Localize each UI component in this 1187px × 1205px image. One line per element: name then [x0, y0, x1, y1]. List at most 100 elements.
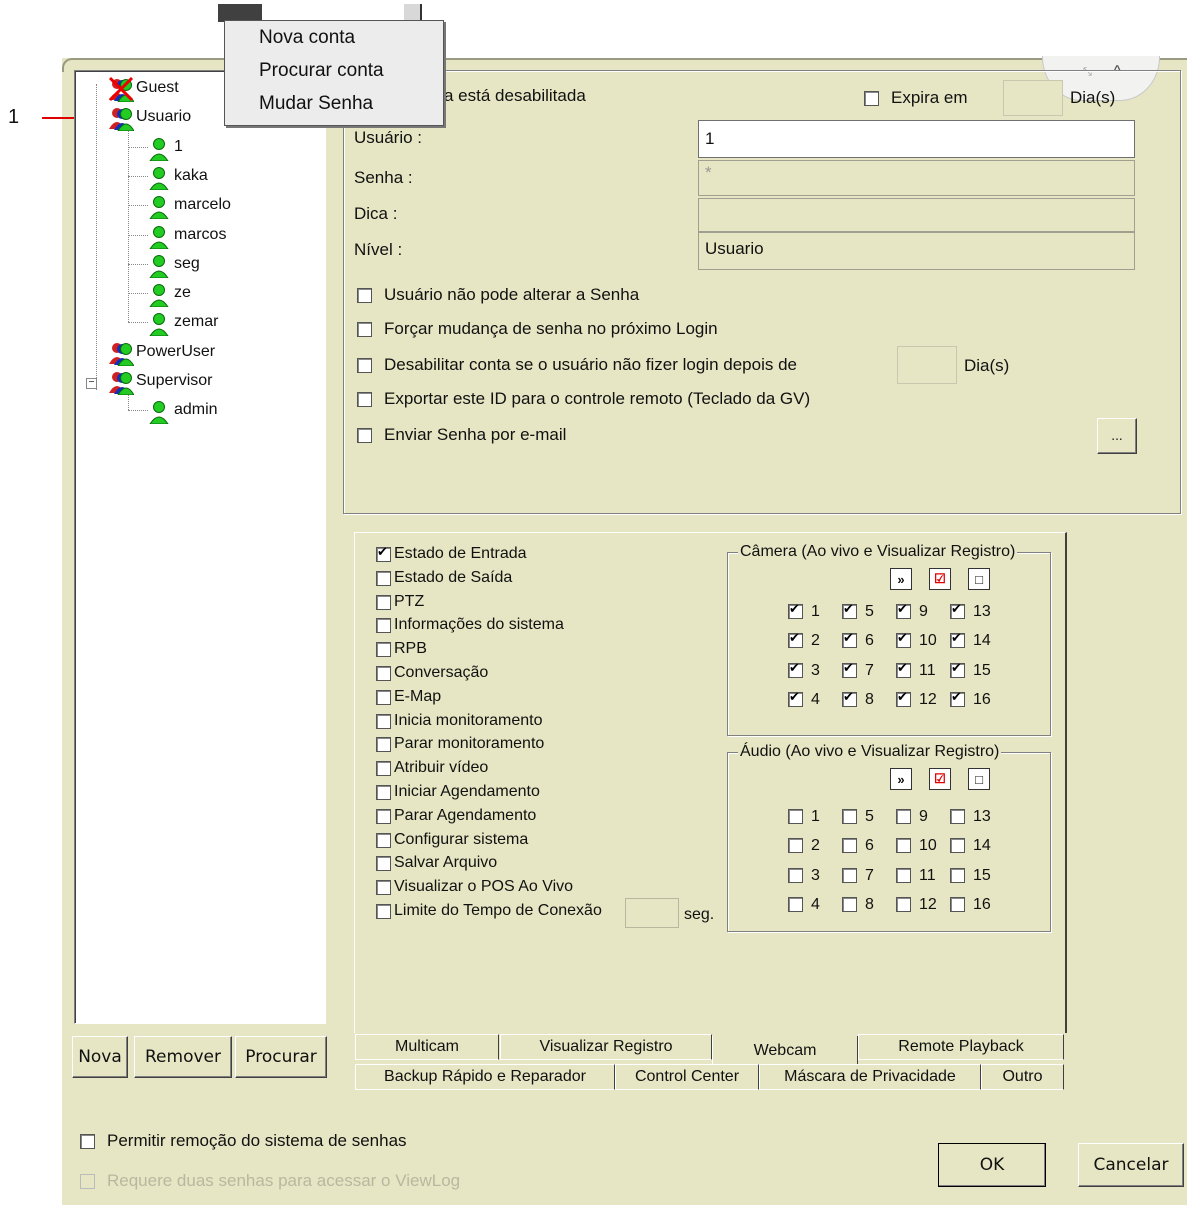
channel-checkbox[interactable]	[842, 838, 857, 854]
option-export-remote[interactable]: Exportar este ID para o controle remoto …	[357, 389, 810, 409]
option-cannot-change-password[interactable]: Usuário não pode alterar a Senha	[357, 285, 639, 305]
channel-option[interactable]: 9	[896, 808, 928, 826]
option-checkbox[interactable]	[357, 391, 372, 407]
channel-checkbox[interactable]	[842, 868, 857, 884]
permission-checkbox[interactable]	[376, 713, 391, 729]
password-field[interactable]: *	[698, 160, 1135, 196]
permission-item[interactable]: Conversação	[376, 664, 488, 682]
connection-time-field[interactable]	[625, 898, 679, 928]
channel-option[interactable]: 16	[950, 896, 991, 914]
permission-checkbox[interactable]	[376, 903, 391, 919]
allow-removal-checkbox[interactable]	[80, 1133, 95, 1149]
audio-clear-all-icon[interactable]: □	[968, 768, 990, 790]
permission-checkbox[interactable]	[376, 617, 391, 633]
new-account-button[interactable]: Nova	[72, 1036, 128, 1078]
channel-checkbox[interactable]	[842, 630, 857, 649]
tab-visualizar-registro[interactable]: Visualizar Registro	[500, 1034, 712, 1060]
tree-group-item[interactable]: Supervisor	[108, 369, 212, 396]
tab-control-center[interactable]: Control Center	[615, 1064, 759, 1090]
channel-checkbox[interactable]	[842, 660, 857, 679]
channel-checkbox[interactable]	[950, 630, 965, 649]
tree-user-item[interactable]: kaka	[146, 164, 208, 191]
channel-checkbox[interactable]	[788, 601, 803, 620]
channel-checkbox[interactable]	[950, 809, 965, 825]
channel-option[interactable]: 12	[896, 896, 937, 914]
channel-option[interactable]: 10	[896, 630, 937, 650]
permission-item[interactable]: Limite do Tempo de Conexão	[376, 902, 602, 920]
search-account-button[interactable]: Procurar	[235, 1036, 327, 1078]
channel-option[interactable]: 5	[842, 601, 874, 621]
channel-option[interactable]: 11	[896, 867, 936, 885]
permission-checkbox[interactable]	[376, 808, 391, 824]
channel-checkbox[interactable]	[950, 660, 965, 679]
permission-item[interactable]: PTZ	[376, 593, 424, 611]
camera-expand-icon[interactable]: »	[890, 568, 912, 590]
permission-item[interactable]: Configurar sistema	[376, 831, 528, 849]
remove-account-button[interactable]: Remover	[134, 1036, 232, 1078]
channel-checkbox[interactable]	[896, 868, 911, 884]
tree-user-item[interactable]: ze	[146, 281, 191, 308]
option-disable-inactive[interactable]: Desabilitar conta se o usuário não fizer…	[357, 355, 797, 375]
tab-other[interactable]: Outro	[981, 1064, 1064, 1090]
permission-item[interactable]: Visualizar o POS Ao Vivo	[376, 878, 573, 896]
permission-item[interactable]: Parar Agendamento	[376, 807, 536, 825]
permission-item[interactable]: Estado de Entrada	[376, 544, 527, 563]
permission-item[interactable]: Iniciar Agendamento	[376, 783, 540, 801]
channel-checkbox[interactable]	[788, 838, 803, 854]
tab-webcam[interactable]: Webcam	[712, 1036, 858, 1066]
channel-option[interactable]: 4	[788, 896, 820, 914]
tree-group-item[interactable]: PowerUser	[108, 340, 215, 367]
channel-option[interactable]: 14	[950, 630, 991, 650]
option-checkbox[interactable]	[357, 427, 372, 443]
channel-checkbox[interactable]	[950, 868, 965, 884]
option-email-password[interactable]: Enviar Senha por e-mail	[357, 425, 566, 445]
channel-option[interactable]: 6	[842, 837, 874, 855]
channel-option[interactable]: 10	[896, 837, 937, 855]
channel-option[interactable]: 3	[788, 867, 820, 885]
permission-checkbox[interactable]	[376, 832, 391, 848]
menu-item-change-password[interactable]: Mudar Senha	[259, 93, 373, 115]
channel-option[interactable]: 4	[788, 689, 820, 709]
permission-item[interactable]: Informações do sistema	[376, 616, 564, 634]
menu-item-new-account[interactable]: Nova conta	[259, 27, 355, 49]
audio-expand-icon[interactable]: »	[890, 768, 912, 790]
channel-checkbox[interactable]	[842, 897, 857, 913]
channel-option[interactable]: 13	[950, 601, 991, 621]
permission-checkbox[interactable]	[376, 879, 391, 895]
channel-checkbox[interactable]	[896, 601, 911, 620]
channel-checkbox[interactable]	[788, 809, 803, 825]
channel-option[interactable]: 15	[950, 867, 991, 885]
level-field[interactable]: Usuario	[698, 232, 1135, 270]
permission-checkbox[interactable]	[376, 544, 391, 562]
channel-option[interactable]: 1	[788, 601, 820, 621]
permission-checkbox[interactable]	[376, 689, 391, 705]
permission-checkbox[interactable]	[376, 570, 391, 586]
tab-privacy-mask[interactable]: Máscara de Privacidade	[759, 1064, 981, 1090]
permission-item[interactable]: Inicia monitoramento	[376, 712, 543, 730]
tree-user-item[interactable]: seg	[146, 252, 200, 279]
permission-item[interactable]: RPB	[376, 640, 427, 658]
channel-option[interactable]: 2	[788, 837, 820, 855]
tree-group-item[interactable]: Guest	[108, 76, 179, 103]
channel-checkbox[interactable]	[788, 868, 803, 884]
tree-user-item[interactable]: admin	[146, 398, 218, 425]
allow-removal-option[interactable]: Permitir remoção do sistema de senhas	[80, 1131, 407, 1151]
channel-option[interactable]: 16	[950, 689, 991, 709]
channel-checkbox[interactable]	[896, 689, 911, 708]
tree-group-item[interactable]: Usuario	[108, 105, 191, 132]
collapse-node-icon[interactable]: −	[86, 378, 97, 389]
channel-checkbox[interactable]	[950, 897, 965, 913]
cancel-button[interactable]: Cancelar	[1078, 1143, 1184, 1187]
permission-item[interactable]: Parar monitoramento	[376, 735, 544, 753]
tab-remote-playback[interactable]: Remote Playback	[858, 1034, 1064, 1060]
permission-checkbox[interactable]	[376, 855, 391, 871]
tab-backup[interactable]: Backup Rápido e Reparador	[355, 1064, 615, 1090]
option-checkbox[interactable]	[357, 287, 372, 303]
option-force-change[interactable]: Forçar mudança de senha no próximo Login	[357, 319, 718, 339]
channel-option[interactable]: 5	[842, 808, 874, 826]
permission-item[interactable]: Atribuir vídeo	[376, 759, 488, 777]
channel-option[interactable]: 9	[896, 601, 928, 621]
channel-checkbox[interactable]	[896, 838, 911, 854]
channel-option[interactable]: 15	[950, 660, 991, 680]
channel-option[interactable]: 7	[842, 660, 874, 680]
